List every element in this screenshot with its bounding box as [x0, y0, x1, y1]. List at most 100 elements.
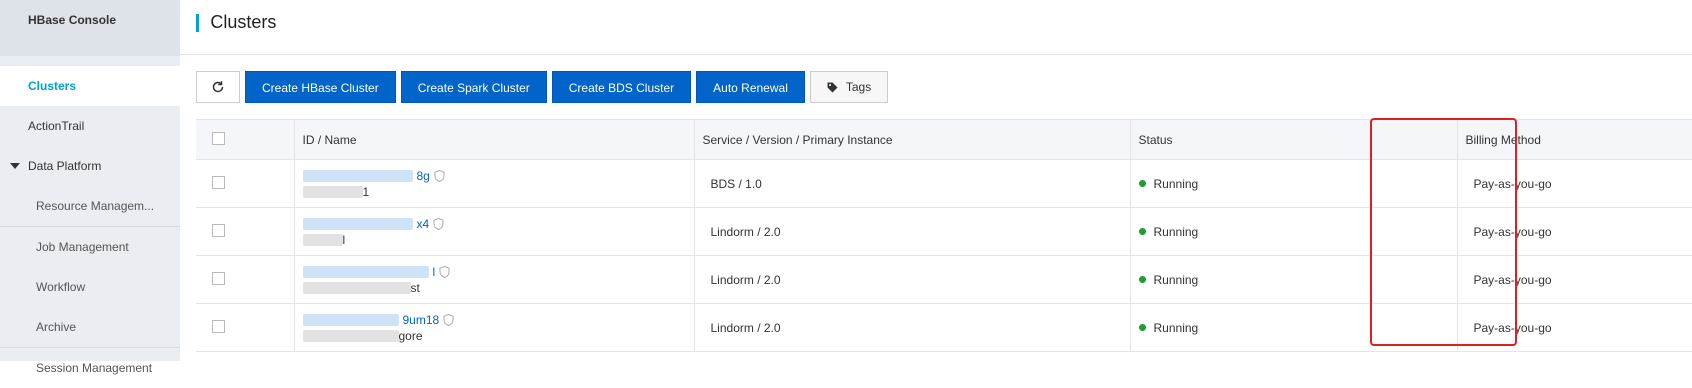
auto-renewal-button[interactable]: Auto Renewal: [696, 71, 805, 103]
create-bds-cluster-button[interactable]: Create BDS Cluster: [551, 71, 692, 103]
running-dot-icon: [1138, 228, 1146, 235]
cluster-name: 1: [302, 184, 694, 199]
status-cell: Running: [1130, 303, 1458, 352]
toolbar: Create HBase Cluster Create Spark Cluste…: [196, 71, 889, 103]
shield-icon: [443, 313, 454, 326]
cluster-id-suffix: 9um18: [402, 312, 440, 327]
row-select-cell: [196, 303, 295, 352]
sidebar-group-data-platform[interactable]: Data Platform: [0, 146, 180, 186]
status-badge: Running: [1138, 176, 1457, 191]
redacted-name: [302, 282, 411, 295]
column-header-service: Service / Version / Primary Instance: [694, 119, 1131, 160]
row-select-cell: [196, 255, 295, 304]
sidebar-item-archive[interactable]: Archive: [0, 307, 180, 347]
id-name-cell: x4 l: [294, 207, 695, 256]
tag-icon: [827, 82, 838, 92]
status-text: Running: [1153, 272, 1199, 287]
cluster-id-suffix: 8g: [416, 168, 430, 183]
status-badge: Running: [1138, 272, 1457, 287]
row-checkbox[interactable]: [212, 319, 225, 333]
select-all-cell: [196, 119, 295, 160]
cluster-id-link[interactable]: l: [302, 264, 694, 279]
select-all-checkbox[interactable]: [212, 131, 225, 145]
sidebar-group-label: Data Platform: [28, 159, 102, 173]
create-spark-cluster-button[interactable]: Create Spark Cluster: [400, 71, 547, 103]
column-header-id-name: ID / Name: [294, 119, 695, 160]
page-title: Clusters: [210, 12, 277, 32]
redacted-name: [302, 234, 343, 247]
table-row: l st Lindorm / 2.0 Running Pay-as-you-go: [196, 255, 1692, 304]
page-header: Clusters: [180, 0, 1692, 55]
running-dot-icon: [1138, 324, 1146, 331]
redacted-id: [302, 265, 429, 278]
service-cell: Lindorm / 2.0: [694, 303, 1131, 352]
id-name-cell: l st: [294, 255, 695, 304]
status-cell: Running: [1130, 159, 1458, 208]
redacted-name: [302, 186, 363, 199]
row-select-cell: [196, 207, 295, 256]
redacted-id: [302, 313, 399, 326]
status-text: Running: [1153, 224, 1199, 239]
cluster-name: l: [302, 232, 694, 247]
row-checkbox[interactable]: [212, 223, 225, 237]
billing-cell: Pay-as-you-go: [1457, 303, 1692, 352]
sidebar-item-session-management[interactable]: Session Management: [0, 348, 180, 388]
row-select-cell: [196, 159, 295, 208]
shield-icon: [433, 217, 444, 230]
status-text: Running: [1153, 176, 1199, 191]
redacted-id: [302, 217, 413, 230]
status-cell: Running: [1130, 255, 1458, 304]
sidebar-item-workflow[interactable]: Workflow: [0, 267, 180, 307]
cluster-name-suffix: st: [410, 280, 420, 295]
caret-down-icon: [10, 163, 20, 169]
table-row: 9um18 gore Lindorm / 2.0 Running Pay-as-…: [196, 303, 1692, 352]
table-row: x4 l Lindorm / 2.0 Running Pay-as-you-go: [196, 207, 1692, 256]
cluster-id-suffix: l: [432, 264, 436, 279]
cluster-id-link[interactable]: x4: [302, 216, 694, 231]
create-hbase-cluster-button[interactable]: Create HBase Cluster: [245, 71, 396, 103]
running-dot-icon: [1138, 276, 1146, 283]
cluster-id-suffix: x4: [416, 216, 430, 231]
sidebar-item-job-management[interactable]: Job Management: [0, 227, 180, 267]
cluster-name-suffix: gore: [398, 328, 423, 343]
running-dot-icon: [1138, 180, 1146, 187]
clusters-table: ID / Name Service / Version / Primary In…: [196, 119, 1692, 352]
shield-icon: [434, 169, 445, 182]
sidebar: HBase Console Clusters ActionTrail Data …: [0, 0, 180, 375]
status-badge: Running: [1138, 224, 1457, 239]
tags-label: Tags: [845, 80, 872, 94]
refresh-button[interactable]: [196, 71, 240, 103]
cluster-name-suffix: l: [342, 232, 346, 247]
status-badge: Running: [1138, 320, 1457, 335]
redacted-id: [302, 169, 413, 182]
row-checkbox[interactable]: [212, 271, 225, 285]
cluster-name: gore: [302, 328, 694, 343]
cluster-name-suffix: 1: [362, 184, 370, 199]
refresh-icon: [212, 81, 224, 93]
billing-cell: Pay-as-you-go: [1457, 207, 1692, 256]
service-cell: Lindorm / 2.0: [694, 207, 1131, 256]
sidebar-item-clusters[interactable]: Clusters: [0, 66, 180, 106]
billing-cell: Pay-as-you-go: [1457, 159, 1692, 208]
status-text: Running: [1153, 320, 1199, 335]
console-title: HBase Console: [0, 0, 180, 56]
id-name-cell: 8g 1: [294, 159, 695, 208]
cluster-id-link[interactable]: 8g: [302, 168, 694, 183]
service-cell: BDS / 1.0: [694, 159, 1131, 208]
billing-cell: Pay-as-you-go: [1457, 255, 1692, 304]
cluster-name: st: [302, 280, 694, 295]
sidebar-item-resource-management[interactable]: Resource Managem...: [0, 186, 180, 226]
table-header-row: ID / Name Service / Version / Primary In…: [196, 119, 1692, 160]
cluster-id-link[interactable]: 9um18: [302, 312, 694, 327]
title-accent-bar: [196, 13, 199, 32]
status-cell: Running: [1130, 207, 1458, 256]
id-name-cell: 9um18 gore: [294, 303, 695, 352]
tags-button[interactable]: Tags: [809, 71, 889, 103]
redacted-name: [302, 330, 399, 343]
row-checkbox[interactable]: [212, 175, 225, 189]
sidebar-item-actiontrail[interactable]: ActionTrail: [0, 106, 180, 146]
main-content: Clusters Create HBase Cluster Create Spa…: [180, 0, 1692, 361]
column-header-status[interactable]: Status: [1130, 119, 1458, 160]
table-row: 8g 1 BDS / 1.0 Running Pay-as-you-go: [196, 159, 1692, 208]
column-header-billing: Billing Method: [1457, 119, 1692, 160]
